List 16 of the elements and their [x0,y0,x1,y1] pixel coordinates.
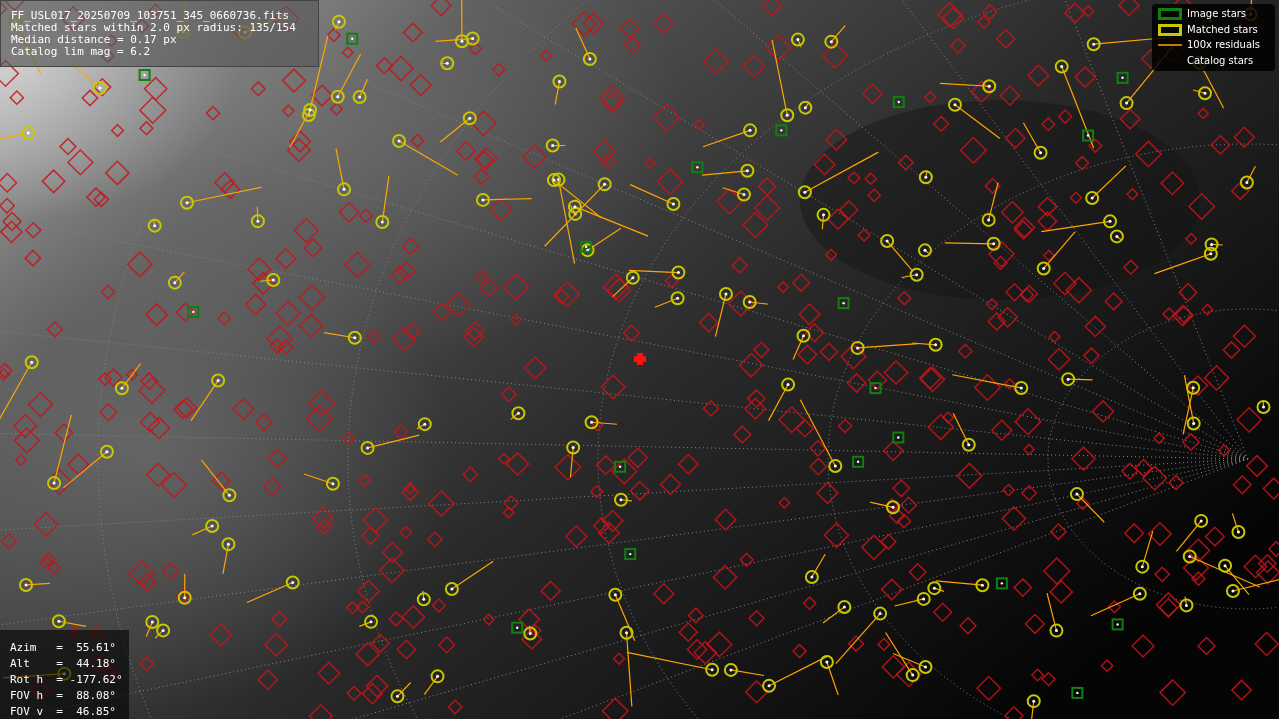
legend-label: Matched stars [1187,22,1258,37]
pointing-text: Azim = 55.61° [10,640,117,656]
square-swatch-icon [1158,23,1182,36]
pointing-text: FOV h = 88.08° [10,688,117,704]
info-text: Matched stars within 2.0 px radius: 135/154 [11,22,297,34]
square-swatch-icon [1158,8,1182,20]
pointing-text: FOV v = 46.85° [10,704,117,719]
info-text: FF_USL017_20250709_103751_345_0660736.fits [11,10,291,22]
pointing-text: Alt = 44.18° [10,656,117,672]
center-cross-icon [634,353,646,365]
legend-label: Catalog stars [1187,53,1254,68]
info-text: Catalog lim mag = 6.2 [11,46,152,58]
pointing-text: Rot h = -177.62° [10,672,124,688]
legend-label: 100x residuals [1187,38,1261,52]
legend-label: Image stars [1187,7,1247,21]
info-text: Median distance = 0.17 px [11,34,178,46]
